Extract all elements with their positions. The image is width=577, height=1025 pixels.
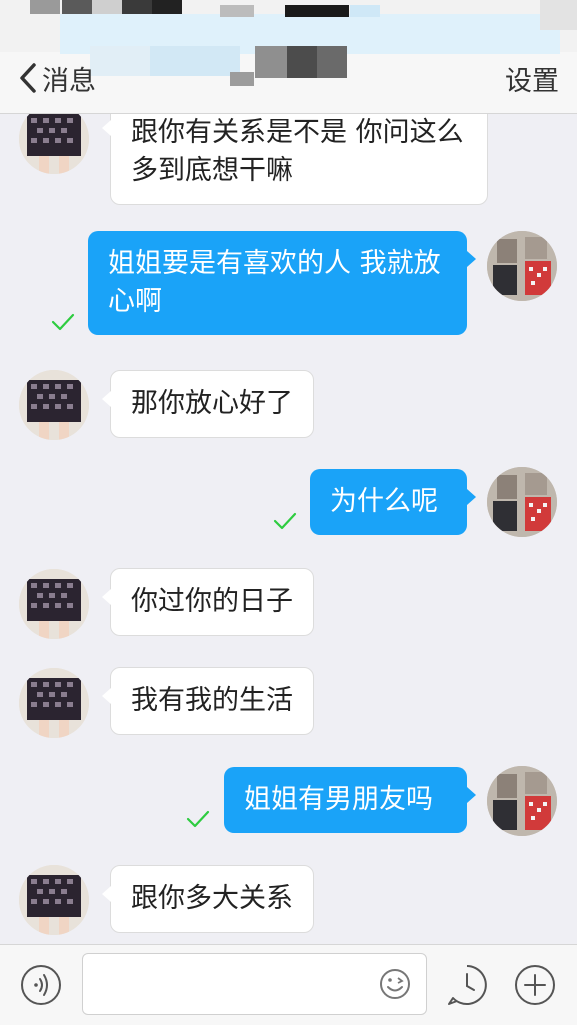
redacted-block <box>152 0 182 14</box>
message-bubble-incoming[interactable]: 那你放心好了 <box>102 370 314 438</box>
check-icon <box>51 313 75 331</box>
avatar-image <box>487 231 557 301</box>
contact-avatar[interactable] <box>19 370 89 440</box>
avatar-image <box>19 569 89 639</box>
chat-area[interactable]: 跟你有关系是不是 你问这么多到底想干嘛 姐姐要是有喜欢的人 我就放心啊 那你放心… <box>0 114 577 944</box>
redacted-block <box>220 5 254 17</box>
avatar-image <box>487 766 557 836</box>
message-bubble-incoming[interactable]: 跟你有关系是不是 你问这么多到底想干嘛 <box>102 114 488 205</box>
redacted-block <box>62 0 92 14</box>
settings-button[interactable]: 设置 <box>505 58 559 98</box>
redacted-block <box>285 5 349 17</box>
redacted-block <box>92 0 122 14</box>
message-bubble-outgoing[interactable]: 姐姐有男朋友吗 <box>224 767 476 833</box>
message-input[interactable] <box>82 953 427 1015</box>
nav-row: 消息 设置 <box>0 52 577 104</box>
redacted-block <box>540 0 577 30</box>
contact-avatar[interactable] <box>19 668 89 738</box>
nav-bar: 消息 设置 <box>0 0 577 114</box>
my-avatar[interactable] <box>487 231 557 301</box>
avatar-image <box>487 467 557 537</box>
message-bubble-incoming[interactable]: 我有我的生活 <box>102 667 314 735</box>
message-bubble-incoming[interactable]: 你过你的日子 <box>102 568 314 636</box>
contact-avatar[interactable] <box>19 569 89 639</box>
check-icon <box>186 810 210 828</box>
back-button[interactable]: 消息 <box>18 58 96 98</box>
message-bubble-incoming[interactable]: 跟你多大关系 <box>102 865 314 933</box>
plus-icon[interactable] <box>513 963 557 1007</box>
check-icon <box>273 512 297 530</box>
avatar-image <box>19 114 89 174</box>
chevron-left-icon <box>20 63 36 93</box>
my-avatar[interactable] <box>487 467 557 537</box>
input-bar <box>0 944 577 1025</box>
contact-avatar[interactable] <box>19 865 89 935</box>
my-avatar[interactable] <box>487 766 557 836</box>
avatar-image <box>19 865 89 935</box>
voice-icon[interactable] <box>19 963 63 1007</box>
avatar-image <box>19 370 89 440</box>
redacted-block <box>350 5 380 17</box>
avatar-image <box>19 668 89 738</box>
contact-avatar[interactable] <box>19 114 89 174</box>
emoji-icon[interactable] <box>378 967 412 1001</box>
redacted-block <box>122 0 152 14</box>
clock-icon[interactable] <box>445 963 489 1007</box>
message-bubble-outgoing[interactable]: 为什么呢 <box>310 469 476 535</box>
message-bubble-outgoing[interactable]: 姐姐要是有喜欢的人 我就放心啊 <box>88 231 476 335</box>
redacted-block <box>30 0 60 14</box>
back-label: 消息 <box>42 65 96 97</box>
